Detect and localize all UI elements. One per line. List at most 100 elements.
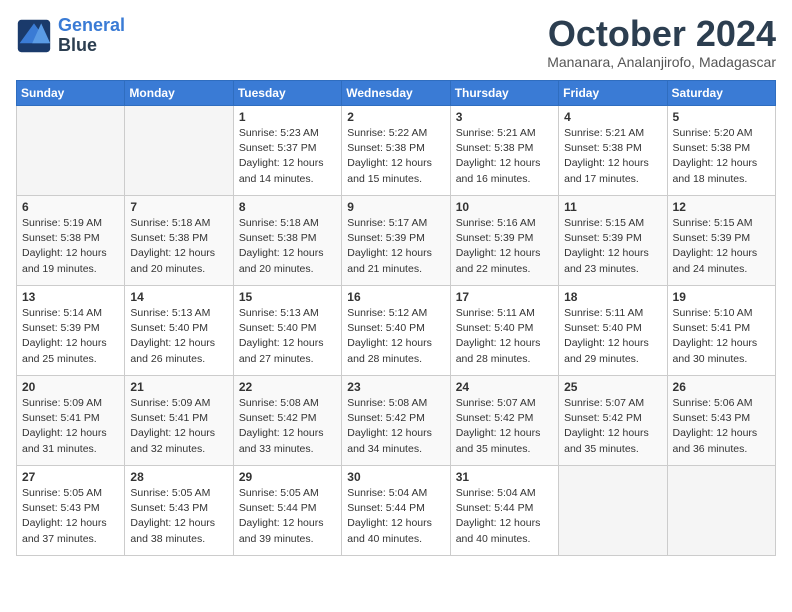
- day-number: 20: [22, 380, 119, 394]
- day-number: 24: [456, 380, 553, 394]
- calendar-cell: 25 Sunrise: 5:07 AM Sunset: 5:42 PM Dayl…: [559, 376, 667, 466]
- logo-icon: [16, 18, 52, 54]
- sunset-text: Sunset: 5:42 PM: [239, 412, 317, 424]
- sunrise-text: Sunrise: 5:18 AM: [239, 217, 319, 229]
- calendar-cell: 21 Sunrise: 5:09 AM Sunset: 5:41 PM Dayl…: [125, 376, 233, 466]
- day-info: Sunrise: 5:18 AM Sunset: 5:38 PM Dayligh…: [130, 216, 227, 277]
- daylight-text: Daylight: 12 hours and 38 minutes.: [130, 517, 215, 544]
- daylight-text: Daylight: 12 hours and 22 minutes.: [456, 247, 541, 274]
- daylight-text: Daylight: 12 hours and 18 minutes.: [673, 157, 758, 184]
- day-info: Sunrise: 5:20 AM Sunset: 5:38 PM Dayligh…: [673, 126, 770, 187]
- calendar-cell: 4 Sunrise: 5:21 AM Sunset: 5:38 PM Dayli…: [559, 106, 667, 196]
- day-number: 15: [239, 290, 336, 304]
- calendar-week-row: 1 Sunrise: 5:23 AM Sunset: 5:37 PM Dayli…: [17, 106, 776, 196]
- day-number: 16: [347, 290, 444, 304]
- daylight-text: Daylight: 12 hours and 20 minutes.: [130, 247, 215, 274]
- sunrise-text: Sunrise: 5:09 AM: [22, 397, 102, 409]
- sunset-text: Sunset: 5:39 PM: [22, 322, 100, 334]
- logo-text: General Blue: [58, 16, 125, 56]
- calendar-cell: 27 Sunrise: 5:05 AM Sunset: 5:43 PM Dayl…: [17, 466, 125, 556]
- daylight-text: Daylight: 12 hours and 30 minutes.: [673, 337, 758, 364]
- sunrise-text: Sunrise: 5:18 AM: [130, 217, 210, 229]
- calendar-cell: 5 Sunrise: 5:20 AM Sunset: 5:38 PM Dayli…: [667, 106, 775, 196]
- calendar-cell: 14 Sunrise: 5:13 AM Sunset: 5:40 PM Dayl…: [125, 286, 233, 376]
- calendar-cell: 9 Sunrise: 5:17 AM Sunset: 5:39 PM Dayli…: [342, 196, 450, 286]
- sunrise-text: Sunrise: 5:07 AM: [456, 397, 536, 409]
- calendar-cell: 19 Sunrise: 5:10 AM Sunset: 5:41 PM Dayl…: [667, 286, 775, 376]
- sunset-text: Sunset: 5:44 PM: [456, 502, 534, 514]
- sunset-text: Sunset: 5:40 PM: [130, 322, 208, 334]
- sunrise-text: Sunrise: 5:12 AM: [347, 307, 427, 319]
- calendar-week-row: 13 Sunrise: 5:14 AM Sunset: 5:39 PM Dayl…: [17, 286, 776, 376]
- daylight-text: Daylight: 12 hours and 20 minutes.: [239, 247, 324, 274]
- sunrise-text: Sunrise: 5:05 AM: [130, 487, 210, 499]
- weekday-header-saturday: Saturday: [667, 81, 775, 106]
- day-number: 30: [347, 470, 444, 484]
- calendar-cell: 26 Sunrise: 5:06 AM Sunset: 5:43 PM Dayl…: [667, 376, 775, 466]
- daylight-text: Daylight: 12 hours and 24 minutes.: [673, 247, 758, 274]
- day-number: 9: [347, 200, 444, 214]
- calendar-table: SundayMondayTuesdayWednesdayThursdayFrid…: [16, 80, 776, 556]
- calendar-cell: 23 Sunrise: 5:08 AM Sunset: 5:42 PM Dayl…: [342, 376, 450, 466]
- sunrise-text: Sunrise: 5:04 AM: [456, 487, 536, 499]
- calendar-cell: 24 Sunrise: 5:07 AM Sunset: 5:42 PM Dayl…: [450, 376, 558, 466]
- day-info: Sunrise: 5:11 AM Sunset: 5:40 PM Dayligh…: [456, 306, 553, 367]
- day-number: 6: [22, 200, 119, 214]
- day-info: Sunrise: 5:17 AM Sunset: 5:39 PM Dayligh…: [347, 216, 444, 277]
- day-number: 4: [564, 110, 661, 124]
- calendar-cell: 11 Sunrise: 5:15 AM Sunset: 5:39 PM Dayl…: [559, 196, 667, 286]
- sunrise-text: Sunrise: 5:14 AM: [22, 307, 102, 319]
- calendar-cell: 31 Sunrise: 5:04 AM Sunset: 5:44 PM Dayl…: [450, 466, 558, 556]
- day-number: 13: [22, 290, 119, 304]
- sunrise-text: Sunrise: 5:15 AM: [564, 217, 644, 229]
- sunset-text: Sunset: 5:38 PM: [130, 232, 208, 244]
- calendar-cell: 3 Sunrise: 5:21 AM Sunset: 5:38 PM Dayli…: [450, 106, 558, 196]
- daylight-text: Daylight: 12 hours and 17 minutes.: [564, 157, 649, 184]
- sunset-text: Sunset: 5:39 PM: [673, 232, 751, 244]
- calendar-cell: [559, 466, 667, 556]
- weekday-header-friday: Friday: [559, 81, 667, 106]
- calendar-cell: 8 Sunrise: 5:18 AM Sunset: 5:38 PM Dayli…: [233, 196, 341, 286]
- calendar-cell: 30 Sunrise: 5:04 AM Sunset: 5:44 PM Dayl…: [342, 466, 450, 556]
- calendar-cell: 7 Sunrise: 5:18 AM Sunset: 5:38 PM Dayli…: [125, 196, 233, 286]
- calendar-cell: 22 Sunrise: 5:08 AM Sunset: 5:42 PM Dayl…: [233, 376, 341, 466]
- calendar-cell: 18 Sunrise: 5:11 AM Sunset: 5:40 PM Dayl…: [559, 286, 667, 376]
- sunset-text: Sunset: 5:43 PM: [22, 502, 100, 514]
- daylight-text: Daylight: 12 hours and 19 minutes.: [22, 247, 107, 274]
- calendar-cell: 29 Sunrise: 5:05 AM Sunset: 5:44 PM Dayl…: [233, 466, 341, 556]
- day-number: 25: [564, 380, 661, 394]
- calendar-cell: 28 Sunrise: 5:05 AM Sunset: 5:43 PM Dayl…: [125, 466, 233, 556]
- daylight-text: Daylight: 12 hours and 39 minutes.: [239, 517, 324, 544]
- page-header: General Blue October 2024 Mananara, Anal…: [16, 16, 776, 70]
- daylight-text: Daylight: 12 hours and 21 minutes.: [347, 247, 432, 274]
- sunset-text: Sunset: 5:39 PM: [456, 232, 534, 244]
- sunrise-text: Sunrise: 5:07 AM: [564, 397, 644, 409]
- daylight-text: Daylight: 12 hours and 35 minutes.: [564, 427, 649, 454]
- sunrise-text: Sunrise: 5:23 AM: [239, 127, 319, 139]
- day-number: 29: [239, 470, 336, 484]
- day-number: 22: [239, 380, 336, 394]
- sunset-text: Sunset: 5:40 PM: [239, 322, 317, 334]
- calendar-cell: 20 Sunrise: 5:09 AM Sunset: 5:41 PM Dayl…: [17, 376, 125, 466]
- sunset-text: Sunset: 5:40 PM: [564, 322, 642, 334]
- calendar-cell: 13 Sunrise: 5:14 AM Sunset: 5:39 PM Dayl…: [17, 286, 125, 376]
- day-info: Sunrise: 5:16 AM Sunset: 5:39 PM Dayligh…: [456, 216, 553, 277]
- calendar-cell: 16 Sunrise: 5:12 AM Sunset: 5:40 PM Dayl…: [342, 286, 450, 376]
- sunrise-text: Sunrise: 5:05 AM: [239, 487, 319, 499]
- day-number: 5: [673, 110, 770, 124]
- day-number: 14: [130, 290, 227, 304]
- day-info: Sunrise: 5:04 AM Sunset: 5:44 PM Dayligh…: [347, 486, 444, 547]
- daylight-text: Daylight: 12 hours and 37 minutes.: [22, 517, 107, 544]
- sunrise-text: Sunrise: 5:11 AM: [564, 307, 643, 319]
- daylight-text: Daylight: 12 hours and 26 minutes.: [130, 337, 215, 364]
- sunrise-text: Sunrise: 5:15 AM: [673, 217, 753, 229]
- sunrise-text: Sunrise: 5:04 AM: [347, 487, 427, 499]
- day-info: Sunrise: 5:05 AM Sunset: 5:43 PM Dayligh…: [130, 486, 227, 547]
- daylight-text: Daylight: 12 hours and 31 minutes.: [22, 427, 107, 454]
- daylight-text: Daylight: 12 hours and 28 minutes.: [347, 337, 432, 364]
- day-number: 11: [564, 200, 661, 214]
- calendar-cell: 2 Sunrise: 5:22 AM Sunset: 5:38 PM Dayli…: [342, 106, 450, 196]
- sunrise-text: Sunrise: 5:10 AM: [673, 307, 753, 319]
- sunrise-text: Sunrise: 5:17 AM: [347, 217, 427, 229]
- sunset-text: Sunset: 5:39 PM: [347, 232, 425, 244]
